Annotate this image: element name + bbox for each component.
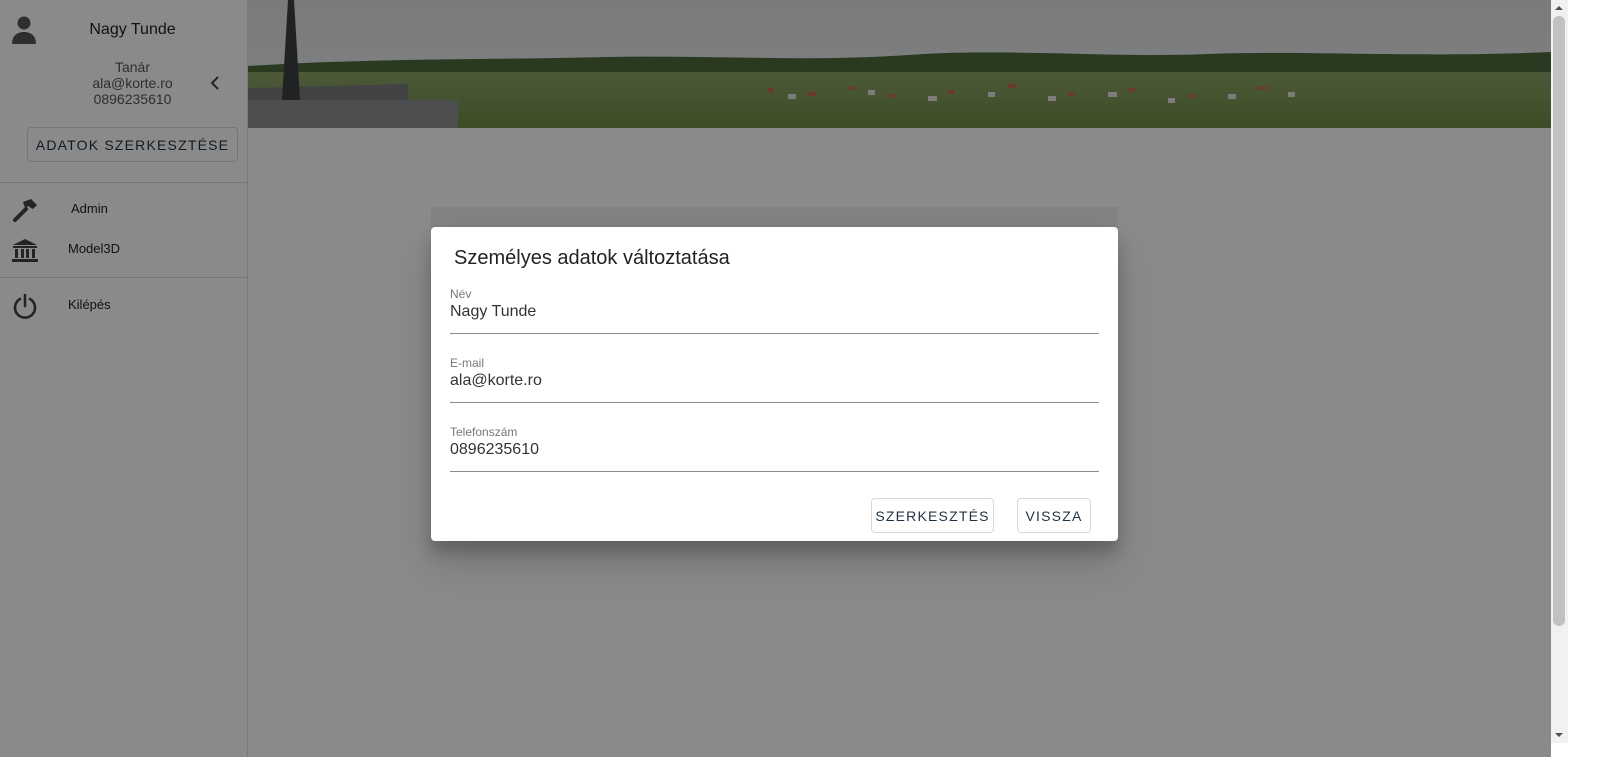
edit-personal-data-dialog: Személyes adatok változtatása Név E-mail… (431, 227, 1118, 541)
email-field: E-mail (450, 356, 1099, 403)
phone-field: Telefonszám (450, 425, 1099, 472)
name-field: Név (450, 287, 1099, 334)
dialog-title: Személyes adatok változtatása (454, 247, 730, 269)
scroll-up-icon[interactable] (1553, 2, 1565, 14)
phone-field-label: Telefonszám (450, 425, 518, 439)
edit-button[interactable]: SZERKESZTÉS (871, 498, 994, 533)
scroll-down-icon[interactable] (1553, 729, 1565, 741)
page-edge (1568, 0, 1597, 757)
phone-input[interactable] (450, 441, 1090, 459)
email-input[interactable] (450, 372, 1090, 390)
back-button[interactable]: VISSZA (1017, 498, 1091, 533)
scrollbar-thumb[interactable] (1553, 16, 1565, 626)
email-field-label: E-mail (450, 356, 485, 370)
name-input[interactable] (450, 303, 1090, 321)
name-field-label: Név (450, 287, 472, 301)
